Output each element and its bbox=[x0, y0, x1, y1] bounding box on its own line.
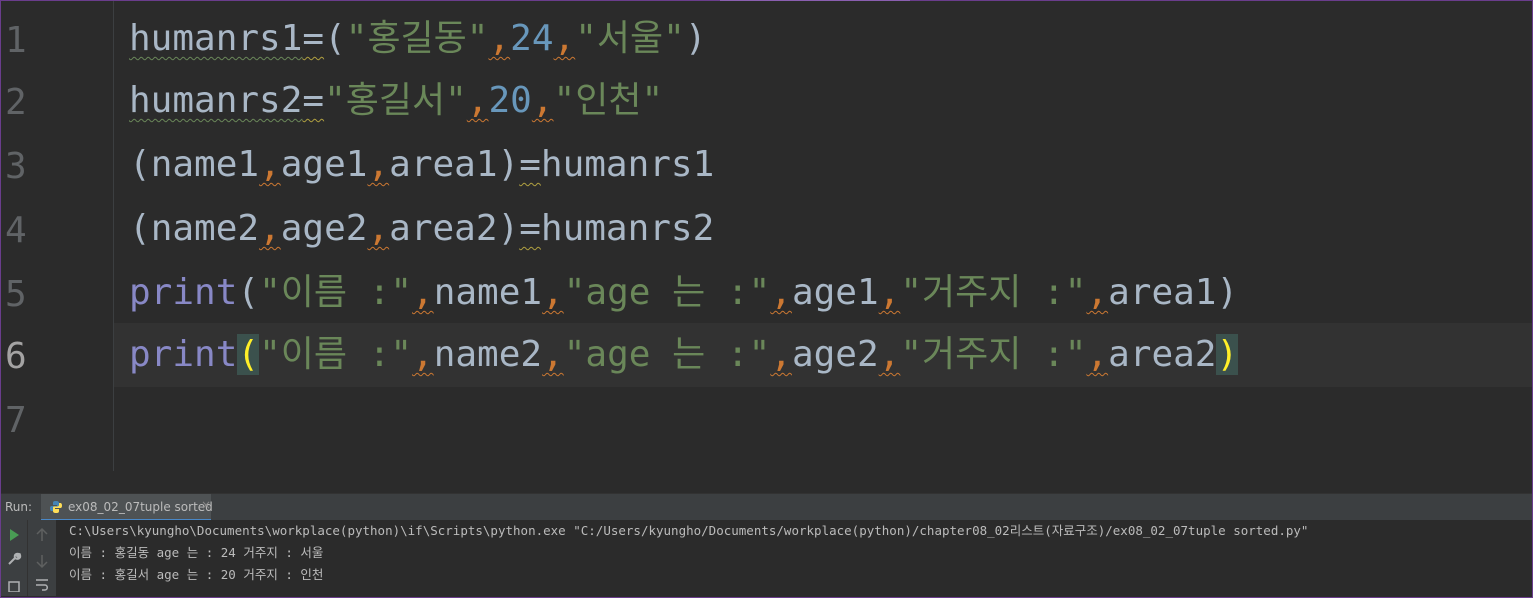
code-line-6[interactable]: print("이름 :",name2,"age 는 :",age2,"거주지 :… bbox=[129, 323, 1239, 387]
identifier: humanrs2 bbox=[129, 80, 303, 121]
paren: ) bbox=[1216, 272, 1239, 313]
run-console-output[interactable]: C:\Users\kyungho\Documents\workplace(pyt… bbox=[56, 520, 1532, 596]
identifier: age2 bbox=[791, 334, 879, 375]
builtin-function: print bbox=[129, 272, 238, 313]
soft-wrap-icon[interactable] bbox=[33, 576, 51, 594]
identifier: name2 bbox=[433, 334, 543, 375]
identifier: humanrs1 bbox=[129, 18, 303, 59]
operator: = bbox=[519, 208, 541, 249]
identifier: age1 bbox=[280, 144, 368, 185]
comma: , bbox=[553, 18, 576, 59]
comma: , bbox=[488, 18, 511, 59]
console-line: 이름 : 홍길서 age 는 : 20 거주지 : 인천 bbox=[69, 567, 324, 582]
string-literal: "이름 :" bbox=[259, 272, 412, 313]
string-literal: "age 는 :" bbox=[563, 334, 771, 375]
run-tab[interactable]: ex08_02_07tuple sorted × bbox=[41, 494, 213, 521]
operator: = bbox=[302, 80, 325, 121]
string-literal: "서울" bbox=[575, 18, 685, 59]
string-literal: "거주지 :" bbox=[900, 272, 1087, 313]
builtin-function: print bbox=[129, 334, 238, 375]
identifier: name1 bbox=[433, 272, 543, 313]
identifier: area1 bbox=[389, 144, 498, 185]
comma: , bbox=[878, 272, 901, 313]
identifier: name1 bbox=[150, 144, 260, 185]
string-literal: "홍길서" bbox=[324, 80, 467, 121]
down-arrow-icon[interactable] bbox=[33, 552, 51, 570]
line-number: 3 bbox=[5, 146, 27, 187]
comma: , bbox=[1086, 272, 1109, 313]
identifier: area2 bbox=[1108, 334, 1217, 375]
code-line-4[interactable]: (name2,age2,area2)=humanrs2 bbox=[129, 197, 714, 261]
identifier: humanrs2 bbox=[540, 208, 715, 249]
comma: , bbox=[1086, 334, 1109, 375]
identifier: age2 bbox=[280, 208, 368, 249]
python-file-icon bbox=[50, 501, 62, 513]
paren: ) bbox=[497, 208, 520, 249]
identifier: age1 bbox=[791, 272, 879, 313]
line-number-current: 6 bbox=[5, 336, 27, 377]
string-literal: "거주지 :" bbox=[900, 334, 1087, 375]
run-toolbar bbox=[1, 520, 27, 596]
string-literal: "인천" bbox=[553, 80, 664, 121]
paren: ( bbox=[324, 18, 346, 59]
line-number: 7 bbox=[5, 400, 27, 441]
comma: , bbox=[542, 272, 564, 313]
console-toolbar bbox=[27, 520, 56, 596]
identifier: area1 bbox=[1108, 272, 1217, 313]
close-icon[interactable]: × bbox=[201, 498, 211, 512]
run-panel-header: Run: ex08_02_07tuple sorted × bbox=[1, 493, 1532, 521]
rerun-icon[interactable] bbox=[5, 526, 23, 544]
comma: , bbox=[466, 80, 489, 121]
comma: , bbox=[770, 334, 792, 375]
line-number: 5 bbox=[5, 274, 27, 315]
string-literal: "age 는 :" bbox=[563, 272, 771, 313]
comma: , bbox=[531, 80, 554, 121]
run-panel-label: Run: bbox=[5, 500, 33, 514]
identifier: name2 bbox=[150, 208, 260, 249]
string-literal: "이름 :" bbox=[259, 334, 412, 375]
code-line-5[interactable]: print("이름 :",name1,"age 는 :",age1,"거주지 :… bbox=[129, 261, 1238, 325]
identifier: humanrs1 bbox=[540, 144, 715, 185]
identifier: area2 bbox=[389, 208, 498, 249]
matched-paren: ( bbox=[237, 334, 260, 375]
comma: , bbox=[878, 334, 901, 375]
wrench-icon[interactable] bbox=[5, 550, 23, 568]
code-line-1[interactable]: humanrs1=("홍길동",24,"서울") bbox=[129, 7, 707, 71]
line-number: 4 bbox=[5, 210, 27, 251]
up-arrow-icon[interactable] bbox=[33, 526, 51, 544]
comma: , bbox=[259, 144, 281, 185]
console-line: 이름 : 홍길동 age 는 : 24 거주지 : 서울 bbox=[69, 545, 324, 560]
paren: ( bbox=[129, 144, 151, 185]
code-line-3[interactable]: (name1,age1,area1)=humanrs1 bbox=[129, 133, 714, 197]
comma: , bbox=[770, 272, 792, 313]
string-literal: "홍길동" bbox=[345, 18, 489, 59]
number-literal: 20 bbox=[488, 80, 532, 121]
line-number: 2 bbox=[5, 82, 27, 123]
console-line: C:\Users\kyungho\Documents\workplace(pyt… bbox=[69, 523, 1309, 538]
number-literal: 24 bbox=[510, 18, 554, 59]
paren: ) bbox=[497, 144, 520, 185]
comma: , bbox=[412, 272, 434, 313]
line-number-gutter: 1 2 3 4 5 6 7 bbox=[1, 1, 114, 471]
run-tab-label: ex08_02_07tuple sorted bbox=[68, 500, 213, 514]
paren: ( bbox=[129, 208, 151, 249]
line-number: 1 bbox=[5, 20, 27, 61]
operator: = bbox=[519, 144, 541, 185]
comma: , bbox=[542, 334, 564, 375]
code-line-2[interactable]: humanrs2="홍길서",20,"인천" bbox=[129, 69, 663, 133]
comma: , bbox=[367, 144, 390, 185]
paren: ( bbox=[237, 272, 260, 313]
comma: , bbox=[412, 334, 434, 375]
paren: ) bbox=[684, 18, 707, 59]
comma: , bbox=[367, 208, 390, 249]
code-editor[interactable]: 1 2 3 4 5 6 7 humanrs1=("홍길동",24,"서울") h… bbox=[1, 1, 1532, 493]
matched-paren: ) bbox=[1216, 334, 1239, 375]
pin-icon[interactable] bbox=[5, 578, 23, 592]
comma: , bbox=[259, 208, 281, 249]
operator: = bbox=[302, 18, 325, 59]
